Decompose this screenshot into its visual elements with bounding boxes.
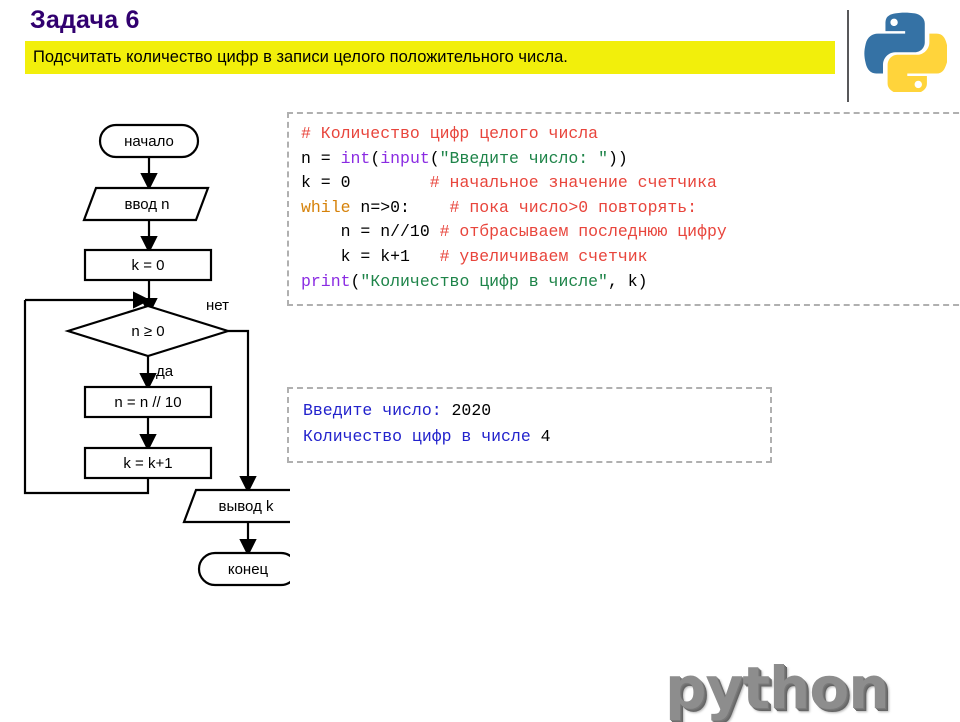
flowchart-condition-label: n ≥ 0 [131,323,164,340]
code-token: # начальное значение счетчика [429,173,717,193]
code-token: print [301,271,351,291]
code-token: while [301,197,351,217]
python-wordmark-text: python [665,654,889,722]
code-token: n=>0: [350,197,450,217]
page-title: Задача 6 [30,6,140,34]
code-token: int [340,148,371,168]
console-output: Введите число: 2020 Количество цифр в чи… [287,387,772,463]
flowchart-node-start: начало [98,123,200,159]
code-listing: # Количество цифр целого числа n = int(i… [287,112,960,307]
code-token: "Введите число: " [439,148,608,168]
code-token: ( [370,148,381,168]
flowchart-branch-no-label: нет [206,297,229,314]
code-token: "Количество цифр в числе" [360,271,608,291]
code-token: )) [607,148,628,168]
code-token: ( [429,148,440,168]
python-logo [845,4,957,106]
flowchart-node-condition: n ≥ 0 [64,304,232,358]
flowchart-input-label: ввод n [124,196,169,213]
flowchart-branch-yes-label: да [156,363,174,380]
code-token: n = [301,148,341,168]
code-token: 2020 [451,401,492,420]
python-logo-icon [864,12,947,92]
task-description: Подсчитать количество цифр в записи цело… [33,48,568,66]
python-wordmark: python [665,654,945,722]
code-token: # пока число>0 повторять: [449,197,698,217]
code-token: input [380,148,430,168]
flowchart-init-label: k = 0 [132,257,165,274]
flowchart-output-label: вывод k [219,498,274,515]
flowchart-divide-label: n = n // 10 [114,394,181,411]
code-token: 4 [540,427,551,446]
code-token: # Количество цифр целого числа [301,124,599,143]
flowchart-node-output: вывод k [182,488,290,524]
flowchart-node-end: конец [197,551,290,587]
flowchart-node-divide: n = n // 10 [83,385,213,419]
task-banner: Подсчитать количество цифр в записи цело… [25,41,835,74]
code-text: # Количество цифр целого числа n = int(i… [301,122,960,294]
logo-divider [847,10,849,102]
console-output-text: Введите число: 2020 Количество цифр в чи… [303,398,770,450]
code-token: , k) [607,271,648,291]
flowchart-start-label: начало [124,133,174,150]
flowchart-end-label: конец [228,561,269,578]
flowchart-node-increment: k = k+1 [83,446,213,480]
code-token: Количество цифр в числе [303,427,541,446]
code-token: # увеличиваем счетчик [439,246,648,266]
code-token: ( [350,271,361,291]
flowchart-increment-label: k = k+1 [123,455,172,472]
code-token: k = 0 [301,173,430,193]
flowchart-node-init: k = 0 [83,248,213,282]
code-token: k = k+1 [301,246,440,266]
code-token: n = n//10 [301,222,440,242]
code-token: Введите число: [303,401,452,420]
algorithm-flowchart: начало ввод n k = 0 n ≥ 0 нет да n = n /… [0,110,290,600]
flowchart-node-input: ввод n [82,186,210,222]
code-token: # отбрасываем последнюю цифру [439,222,727,242]
